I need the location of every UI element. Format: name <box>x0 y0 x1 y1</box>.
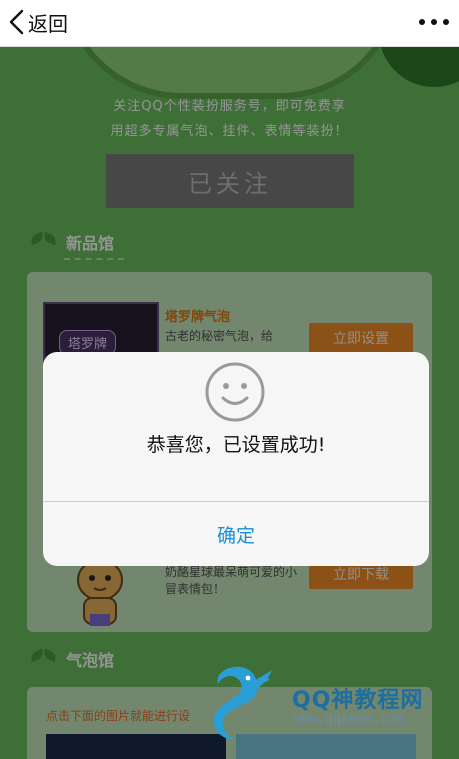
dialog-message: 恭喜您，已设置成功! <box>146 434 326 456</box>
back-button[interactable]: 返回 <box>8 6 68 38</box>
dragon-logo-icon <box>213 666 272 740</box>
site-watermark: QQ神教程网 www.qqshen.com <box>200 662 459 758</box>
smiley-face-icon <box>205 362 265 422</box>
back-label: 返回 <box>28 11 68 36</box>
watermark-title: QQ神教程网 <box>292 688 424 713</box>
navigation-bar: 返回 <box>0 0 459 47</box>
success-dialog: 恭喜您，已设置成功! 确定 <box>43 352 429 566</box>
more-options-icon[interactable] <box>419 10 449 34</box>
confirm-button[interactable]: 确定 <box>43 502 429 566</box>
watermark-url: www.qqshen.com <box>294 712 404 727</box>
chevron-left-icon <box>9 9 24 35</box>
